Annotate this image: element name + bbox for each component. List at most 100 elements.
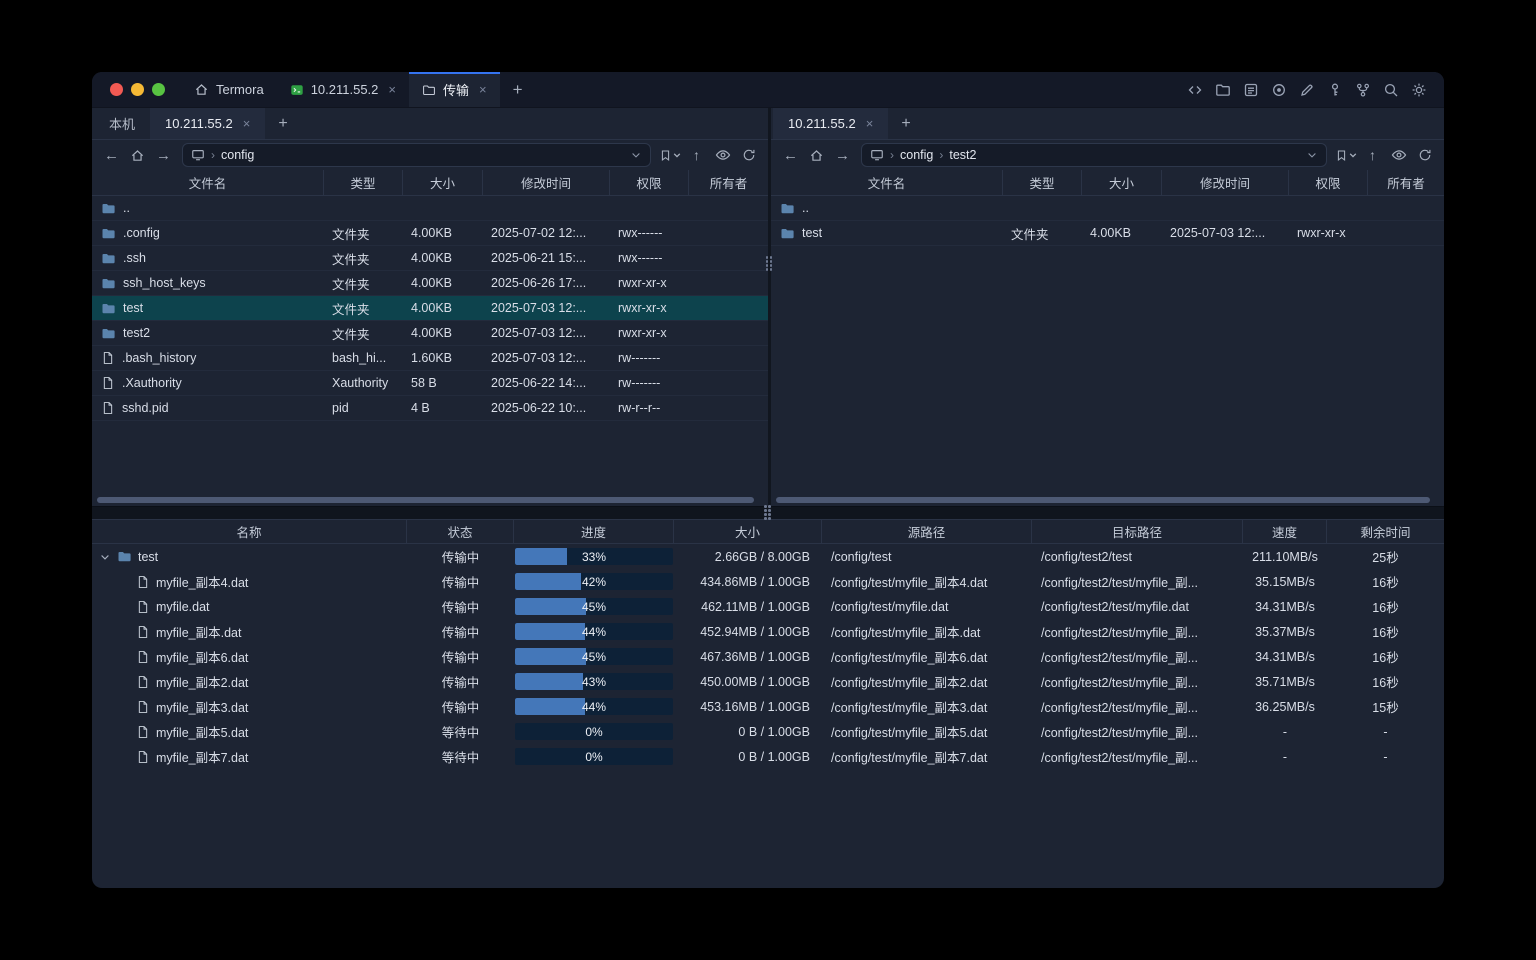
file-name-cell: test2: [92, 321, 324, 345]
upload-icon[interactable]: ↑: [1360, 143, 1385, 167]
column-header-perm[interactable]: 权限: [610, 170, 689, 195]
column-header-filename[interactable]: 文件名: [92, 170, 324, 195]
search-icon[interactable]: [1380, 79, 1402, 101]
breadcrumb-segment[interactable]: config: [221, 148, 254, 162]
transfer-row[interactable]: myfile_副本3.dat传输中44%453.16MB / 1.00GB/co…: [92, 694, 1444, 719]
transfer-status: 传输中: [407, 644, 514, 669]
transfer-eta: 16秒: [1327, 569, 1444, 594]
breadcrumb-segment[interactable]: test2: [949, 148, 976, 162]
chevron-down-icon[interactable]: [1306, 149, 1318, 161]
file-row[interactable]: test文件夹4.00KB2025-07-03 12:...rwxr-xr-x: [771, 221, 1444, 246]
left-horizontal-scrollbar[interactable]: [97, 497, 761, 503]
column-header-size[interactable]: 大小: [1082, 170, 1162, 195]
transfer-row[interactable]: myfile_副本2.dat传输中43%450.00MB / 1.00GB/co…: [92, 669, 1444, 694]
back-icon[interactable]: ←: [99, 143, 124, 167]
branch-icon[interactable]: [1352, 79, 1374, 101]
record-icon[interactable]: [1268, 79, 1290, 101]
forward-icon[interactable]: →: [151, 143, 176, 167]
left-panel-new-tab-button[interactable]: +: [265, 108, 300, 139]
tab-remote-left[interactable]: 10.211.55.2 ×: [150, 108, 265, 139]
home-nav-icon[interactable]: [804, 143, 829, 167]
back-icon[interactable]: ←: [778, 143, 803, 167]
file-row[interactable]: test2文件夹4.00KB2025-07-03 12:...rwxr-xr-x: [92, 321, 768, 346]
file-size: 58 B: [403, 371, 483, 395]
column-header-speed[interactable]: 速度: [1243, 520, 1327, 543]
bookmark-button[interactable]: [657, 149, 683, 162]
file-row[interactable]: sshd.pidpid4 B2025-06-22 10:...rw-r--r--: [92, 396, 768, 421]
tab-transfer-close-icon[interactable]: ×: [479, 83, 487, 96]
transfer-row[interactable]: myfile_副本4.dat传输中42%434.86MB / 1.00GB/co…: [92, 569, 1444, 594]
transfer-row[interactable]: myfile_副本7.dat等待中0%0 B / 1.00GB/config/t…: [92, 744, 1444, 769]
column-header-size[interactable]: 大小: [674, 520, 822, 543]
tab-remote-left-close-icon[interactable]: ×: [243, 117, 251, 130]
right-panel-new-tab-button[interactable]: +: [888, 108, 923, 139]
column-header-name[interactable]: 名称: [92, 520, 407, 543]
upload-icon[interactable]: ↑: [684, 143, 709, 167]
column-header-mtime[interactable]: 修改时间: [483, 170, 610, 195]
tab-remote-right-close-icon[interactable]: ×: [866, 117, 874, 130]
log-icon[interactable]: [1240, 79, 1262, 101]
file-row[interactable]: ..: [92, 196, 768, 221]
file-row[interactable]: test文件夹4.00KB2025-07-03 12:...rwxr-xr-x: [92, 296, 768, 321]
column-header-eta[interactable]: 剩余时间: [1327, 520, 1444, 543]
show-hidden-eye-icon[interactable]: [710, 143, 735, 167]
column-header-source[interactable]: 源路径: [822, 520, 1032, 543]
column-header-owner[interactable]: 所有者: [689, 170, 768, 195]
transfer-row[interactable]: myfile_副本5.dat等待中0%0 B / 1.00GB/config/t…: [92, 719, 1444, 744]
settings-icon[interactable]: [1408, 79, 1430, 101]
file-row[interactable]: .ssh文件夹4.00KB2025-06-21 15:...rwx------: [92, 246, 768, 271]
new-tab-button[interactable]: +: [500, 72, 536, 107]
column-header-status[interactable]: 状态: [407, 520, 514, 543]
refresh-icon[interactable]: [1412, 143, 1437, 167]
tab-session-close-icon[interactable]: ×: [388, 83, 396, 96]
home-nav-icon[interactable]: [125, 143, 150, 167]
minimize-window-button[interactable]: [131, 83, 144, 96]
refresh-icon[interactable]: [736, 143, 761, 167]
breadcrumb-segment[interactable]: config: [900, 148, 933, 162]
tab-session[interactable]: 10.211.55.2 ×: [277, 72, 409, 107]
close-window-button[interactable]: [110, 83, 123, 96]
folder-icon: [101, 326, 116, 341]
file-row[interactable]: .XauthorityXauthority58 B2025-06-22 14:.…: [92, 371, 768, 396]
scrollbar-thumb[interactable]: [97, 497, 754, 503]
transfer-row[interactable]: myfile.dat传输中45%462.11MB / 1.00GB/config…: [92, 594, 1444, 619]
tab-local[interactable]: 本机: [94, 108, 150, 139]
transfer-row[interactable]: myfile_副本6.dat传输中45%467.36MB / 1.00GB/co…: [92, 644, 1444, 669]
horizontal-splitter[interactable]: [92, 506, 1444, 520]
tab-remote-right[interactable]: 10.211.55.2 ×: [773, 108, 888, 139]
column-header-perm[interactable]: 权限: [1289, 170, 1368, 195]
column-header-type[interactable]: 类型: [324, 170, 403, 195]
scrollbar-thumb[interactable]: [776, 497, 1430, 503]
transfer-row[interactable]: myfile_副本.dat传输中44%452.94MB / 1.00GB/con…: [92, 619, 1444, 644]
column-header-type[interactable]: 类型: [1003, 170, 1082, 195]
tab-home[interactable]: Termora: [181, 72, 277, 107]
zoom-window-button[interactable]: [152, 83, 165, 96]
edit-icon[interactable]: [1296, 79, 1318, 101]
column-header-owner[interactable]: 所有者: [1368, 170, 1444, 195]
column-header-target[interactable]: 目标路径: [1032, 520, 1243, 543]
column-header-progress[interactable]: 进度: [514, 520, 674, 543]
left-path-breadcrumb[interactable]: › config: [182, 143, 651, 167]
folder-icon[interactable]: [1212, 79, 1234, 101]
chevron-down-icon[interactable]: [630, 149, 642, 161]
transfer-row[interactable]: test传输中33%2.66GB / 8.00GB/config/test/co…: [92, 544, 1444, 569]
file-mtime: 2025-06-22 10:...: [483, 396, 610, 420]
right-horizontal-scrollbar[interactable]: [776, 497, 1437, 503]
file-row[interactable]: .bash_historybash_hi...1.60KB2025-07-03 …: [92, 346, 768, 371]
file-row[interactable]: .config文件夹4.00KB2025-07-02 12:...rwx----…: [92, 221, 768, 246]
tab-transfer[interactable]: 传输 ×: [409, 72, 500, 107]
show-hidden-eye-icon[interactable]: [1386, 143, 1411, 167]
file-row[interactable]: ..: [771, 196, 1444, 221]
column-header-filename[interactable]: 文件名: [771, 170, 1003, 195]
file-row[interactable]: ssh_host_keys文件夹4.00KB2025-06-26 17:...r…: [92, 271, 768, 296]
divider-grip[interactable]: [766, 256, 774, 272]
key-icon[interactable]: [1324, 79, 1346, 101]
splitter-grip[interactable]: [764, 505, 772, 521]
column-header-size[interactable]: 大小: [403, 170, 483, 195]
bookmark-button[interactable]: [1333, 149, 1359, 162]
forward-icon[interactable]: →: [830, 143, 855, 167]
right-path-breadcrumb[interactable]: › config › test2: [861, 143, 1327, 167]
chevron-expanded-icon[interactable]: [99, 551, 111, 563]
column-header-mtime[interactable]: 修改时间: [1162, 170, 1289, 195]
code-icon[interactable]: [1184, 79, 1206, 101]
